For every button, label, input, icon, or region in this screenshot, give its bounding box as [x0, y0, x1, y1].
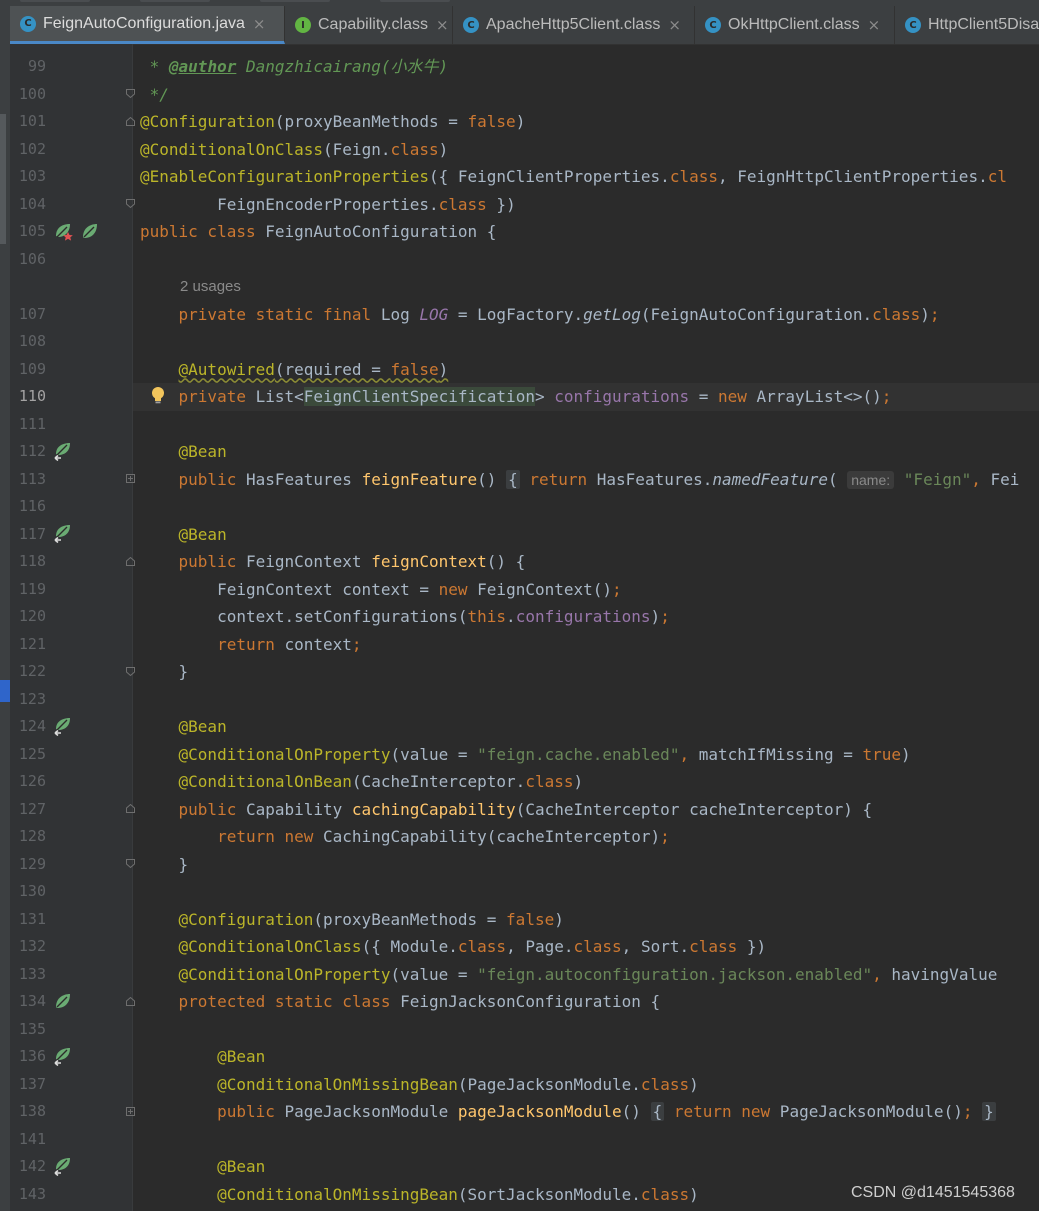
fold-start-icon[interactable] — [126, 117, 135, 126]
code-line: 113 public HasFeatures feignFeature() { … — [18, 469, 1020, 489]
close-icon[interactable]: × — [253, 15, 266, 33]
code-line: 138 public PageJacksonModule pageJackson… — [18, 1102, 996, 1121]
tab-httpclient5-disabled[interactable]: C HttpClient5Disa — [895, 6, 1039, 44]
spring-bean-method-icon[interactable] — [53, 523, 73, 543]
spring-bean-icon[interactable] — [53, 221, 73, 241]
code-line: 105 public class FeignAutoConfiguration … — [18, 222, 497, 241]
code-line: 117 @Bean — [18, 524, 227, 544]
class-icon: C — [20, 15, 36, 32]
code-line: 101 @Configuration(proxyBeanMethods = fa… — [18, 112, 526, 131]
code-line: 127 public Capability cachingCapability(… — [18, 799, 873, 819]
tab-apache-http5-client[interactable]: C ApacheHttp5Client.class × — [453, 6, 695, 44]
code-line: 132 @ConditionalOnClass({ Module.class, … — [18, 937, 767, 956]
close-icon[interactable]: × — [436, 16, 449, 34]
tab-capability[interactable]: I Capability.class × — [285, 6, 453, 44]
code-line: 100 */ — [18, 84, 169, 104]
spring-bean-method-icon[interactable] — [53, 441, 73, 461]
code-line: 103 @EnableConfigurationProperties({ Fei… — [18, 167, 1007, 186]
fold-end-icon[interactable] — [126, 667, 135, 676]
code-line: 121 return context; — [18, 634, 362, 654]
code-line: 133 @ConditionalOnProperty(value = "feig… — [18, 964, 998, 984]
code-line: 131 @Configuration(proxyBeanMethods = fa… — [18, 909, 564, 929]
fold-start-icon[interactable] — [126, 997, 135, 1006]
editor-tab-bar: C FeignAutoConfiguration.java × I Capabi… — [0, 0, 1039, 45]
code-line: 130 — [18, 882, 46, 900]
spring-leaf-icon[interactable] — [53, 991, 73, 1011]
fold-start-icon[interactable] — [126, 804, 135, 813]
fold-start-icon[interactable] — [126, 557, 135, 566]
code-line: 137 @ConditionalOnMissingBean(PageJackso… — [18, 1074, 699, 1094]
code-line: 99 * @author Dangzhicairang(小水牛) — [27, 57, 449, 76]
code-line: 107 private static final Log LOG = LogFa… — [18, 304, 940, 324]
interface-icon: I — [295, 17, 311, 33]
code-line: 104 FeignEncoderProperties.class }) — [18, 194, 516, 214]
code-line: 112 @Bean — [18, 442, 227, 461]
close-icon[interactable]: × — [868, 16, 881, 34]
class-icon: C — [905, 17, 921, 33]
code-line: 102 @ConditionalOnClass(Feign.class) — [18, 139, 449, 159]
close-icon[interactable]: × — [668, 16, 681, 34]
code-line: 119 FeignContext context = new FeignCont… — [18, 579, 622, 599]
code-line: 129 } — [18, 854, 189, 874]
spring-leaf-icon[interactable] — [80, 221, 100, 241]
code-line: 134 protected static class FeignJacksonC… — [18, 992, 661, 1011]
code-line: 109 @Autowired(required = false) — [18, 359, 449, 379]
code-line: 106 — [18, 249, 46, 268]
class-icon: C — [705, 17, 721, 33]
spring-bean-method-icon[interactable] — [53, 1156, 73, 1176]
code-line: 116 — [18, 497, 46, 515]
code-line: 118 public FeignContext feignContext() { — [18, 552, 526, 571]
fold-expand-icon[interactable] — [126, 474, 135, 483]
code-line: 123 — [18, 689, 46, 708]
code-line: 142 @Bean — [18, 1157, 266, 1176]
code-line: 135 — [18, 1019, 46, 1038]
code-line: 126 @ConditionalOnBean(CacheInterceptor.… — [18, 772, 584, 791]
code-line: 124 @Bean — [18, 717, 227, 736]
breadcrumb — [0, 0, 1039, 4]
code-line: 122 } — [18, 662, 189, 681]
watermark: CSDN @d1451545368 — [851, 1184, 1015, 1201]
class-icon: C — [463, 17, 479, 33]
lightbulb-icon[interactable] — [148, 385, 168, 405]
code-line: 141 — [18, 1129, 46, 1148]
code-line: 120 context.setConfigurations(this.confi… — [18, 607, 670, 626]
tab-okhttp-client[interactable]: C OkHttpClient.class × — [695, 6, 895, 44]
fold-end-icon[interactable] — [126, 859, 135, 868]
spring-bean-method-icon[interactable] — [53, 716, 73, 736]
fold-end-icon[interactable] — [126, 89, 135, 98]
code-line: 125 @ConditionalOnProperty(value = "feig… — [18, 744, 911, 764]
usages-hint[interactable]: 2 usages — [0, 273, 1039, 301]
spring-bean-method-icon[interactable] — [53, 1046, 73, 1066]
code-line: 111 — [18, 414, 46, 433]
fold-expand-icon[interactable] — [126, 1107, 135, 1116]
fold-end-icon[interactable] — [126, 199, 135, 208]
code-line: 108 — [18, 332, 46, 350]
tab-feign-auto-configuration[interactable]: C FeignAutoConfiguration.java × — [10, 6, 285, 44]
code-line: 128 return new CachingCapability(cacheIn… — [18, 827, 670, 846]
code-line: 136 @Bean — [18, 1047, 266, 1066]
